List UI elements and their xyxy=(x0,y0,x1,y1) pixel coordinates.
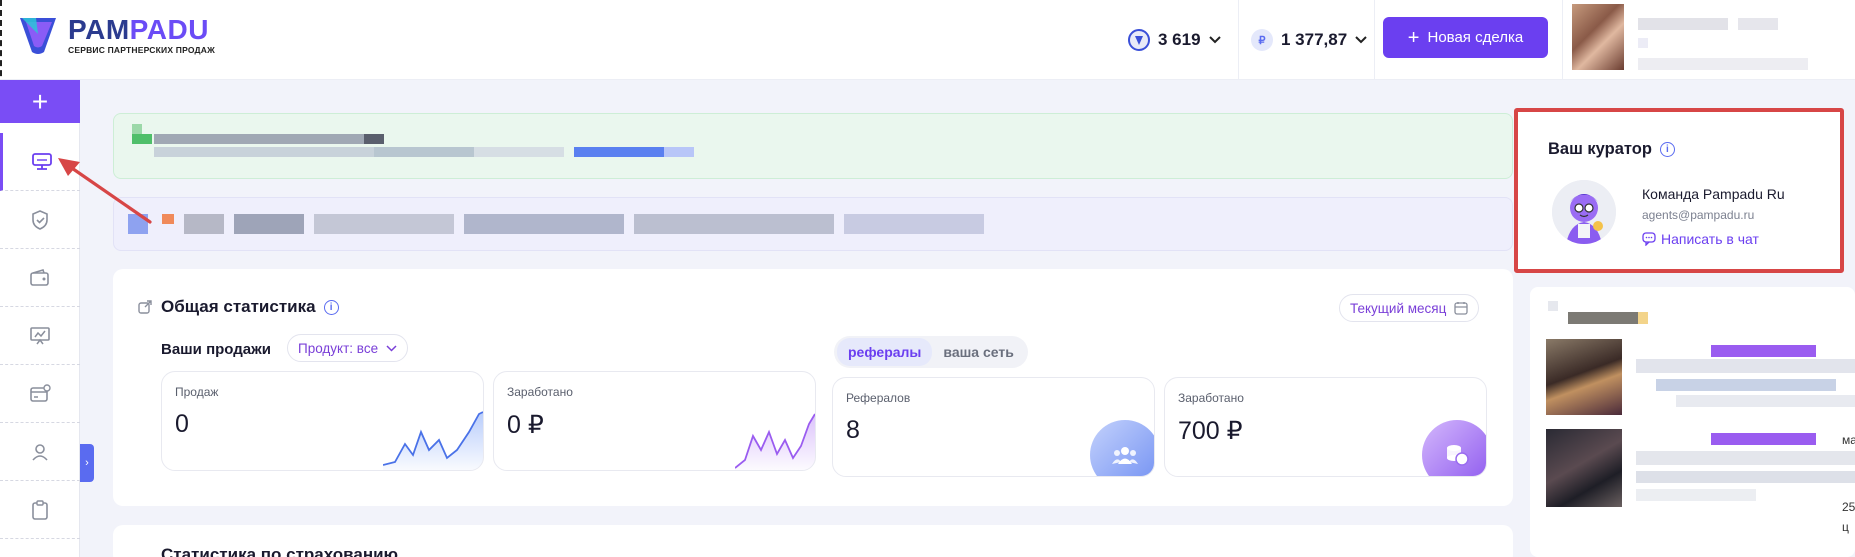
curator-name: Команда Pampadu Ru xyxy=(1642,186,1785,202)
card-id-icon xyxy=(30,383,51,402)
referrals-earned-card: Заработано 700 ₽ xyxy=(1164,377,1487,477)
shield-check-icon xyxy=(32,209,48,230)
tab-your-network[interactable]: ваша сеть xyxy=(932,338,1024,366)
info-banner[interactable] xyxy=(113,197,1513,251)
write-to-chat-link[interactable]: Написать в чат xyxy=(1642,231,1759,247)
sales-label: Ваши продажи xyxy=(161,341,271,358)
info-icon[interactable]: i xyxy=(323,299,339,315)
referrals-earned-value: 700 ₽ xyxy=(1178,417,1243,445)
sales-count-value: 0 xyxy=(175,410,189,438)
insurance-stats-card: Статистика по страхованию xyxy=(113,525,1513,557)
product-filter[interactable]: Продукт: все xyxy=(287,334,409,362)
info-icon[interactable]: i xyxy=(1659,142,1675,157)
coins-icon xyxy=(1422,420,1486,476)
curator-panel: Ваш куратор i Команда Pampadu Ru agents@… xyxy=(1514,108,1844,273)
feed-item[interactable] xyxy=(1546,339,1855,415)
period-selector[interactable]: Текущий месяц xyxy=(1339,294,1480,322)
insurance-stats-title: Статистика по страхованию xyxy=(161,545,399,557)
curator-title: Ваш куратор i xyxy=(1548,140,1675,159)
feed-item[interactable] xyxy=(1546,429,1855,507)
money-balance[interactable]: ₽ 1 377,87 xyxy=(1251,0,1367,80)
news-feed xyxy=(1530,287,1855,557)
avatar xyxy=(1552,180,1616,244)
notification-banner[interactable] xyxy=(113,113,1513,179)
feed-edge-text: ц xyxy=(1842,520,1849,534)
top-bar: PAMPADU СЕРВИС ПАРТНЕРСКИХ ПРОДАЖ 3 619 … xyxy=(0,0,1855,80)
new-deal-button[interactable]: + Новая сделка xyxy=(1383,17,1548,58)
plus-icon: + xyxy=(1407,26,1420,49)
add-button[interactable]: + xyxy=(0,80,80,123)
sidebar-item-reports[interactable] xyxy=(0,307,80,365)
sales-sparkline xyxy=(383,411,483,470)
sales-earned-value: 0 ₽ xyxy=(507,411,544,439)
points-value: 3 619 xyxy=(1158,30,1201,49)
sidebar-item-profile[interactable] xyxy=(0,423,80,481)
user-icon xyxy=(32,443,48,461)
pampadu-logo-icon xyxy=(20,18,56,54)
balance-value: 1 377,87 xyxy=(1281,30,1348,49)
ruble-coin-icon: ₽ xyxy=(1251,29,1273,51)
feed-edge-text: 25 xyxy=(1842,500,1855,514)
external-link-icon[interactable] xyxy=(137,299,153,315)
curator-email[interactable]: agents@pampadu.ru xyxy=(1642,208,1754,222)
sidebar-item-tasks[interactable] xyxy=(0,481,80,539)
annotation-arrow xyxy=(58,158,152,224)
chevron-down-icon xyxy=(386,344,397,352)
clipboard-icon xyxy=(32,499,48,520)
logo[interactable]: PAMPADU СЕРВИС ПАРТНЕРСКИХ ПРОДАЖ xyxy=(16,14,215,56)
wallet-icon xyxy=(30,268,49,286)
presentation-chart-icon xyxy=(30,326,50,344)
sales-count-card: Продаж 0 xyxy=(161,371,484,471)
avatar xyxy=(1572,4,1624,70)
people-icon xyxy=(1090,420,1154,476)
sidebar-toggle-button[interactable]: › xyxy=(80,444,94,482)
calendar-icon xyxy=(1454,302,1468,315)
feed-edge-text: ма xyxy=(1842,433,1855,447)
sidebar-item-wallet[interactable] xyxy=(0,249,80,307)
stats-title: Общая статистика i xyxy=(161,297,339,317)
sales-earned-card: Заработано 0 ₽ xyxy=(493,371,816,471)
chat-bubble-icon xyxy=(1642,232,1656,246)
tab-referrals[interactable]: рефералы xyxy=(837,338,933,366)
brand-name: PAMPADU xyxy=(68,13,209,45)
brand-subtitle: СЕРВИС ПАРТНЕРСКИХ ПРОДАЖ xyxy=(68,44,215,55)
points-balance[interactable]: 3 619 xyxy=(1128,0,1221,80)
general-stats-card: Общая статистика i Текущий месяц Ваши пр… xyxy=(113,269,1513,506)
referrals-count-value: 8 xyxy=(846,416,860,444)
network-segment-control: рефералы ваша сеть xyxy=(834,336,1028,368)
chevron-down-icon xyxy=(1208,36,1221,44)
app-page: PAMPADU СЕРВИС ПАРТНЕРСКИХ ПРОДАЖ 3 619 … xyxy=(0,0,1855,557)
sidebar-item-cards[interactable] xyxy=(0,365,80,423)
earnings-sparkline xyxy=(735,413,815,470)
referrals-count-card: Рефералов 8 xyxy=(832,377,1155,477)
chevron-down-icon xyxy=(1355,36,1367,44)
user-profile[interactable] xyxy=(1572,4,1855,74)
shield-coin-icon xyxy=(1128,29,1150,51)
